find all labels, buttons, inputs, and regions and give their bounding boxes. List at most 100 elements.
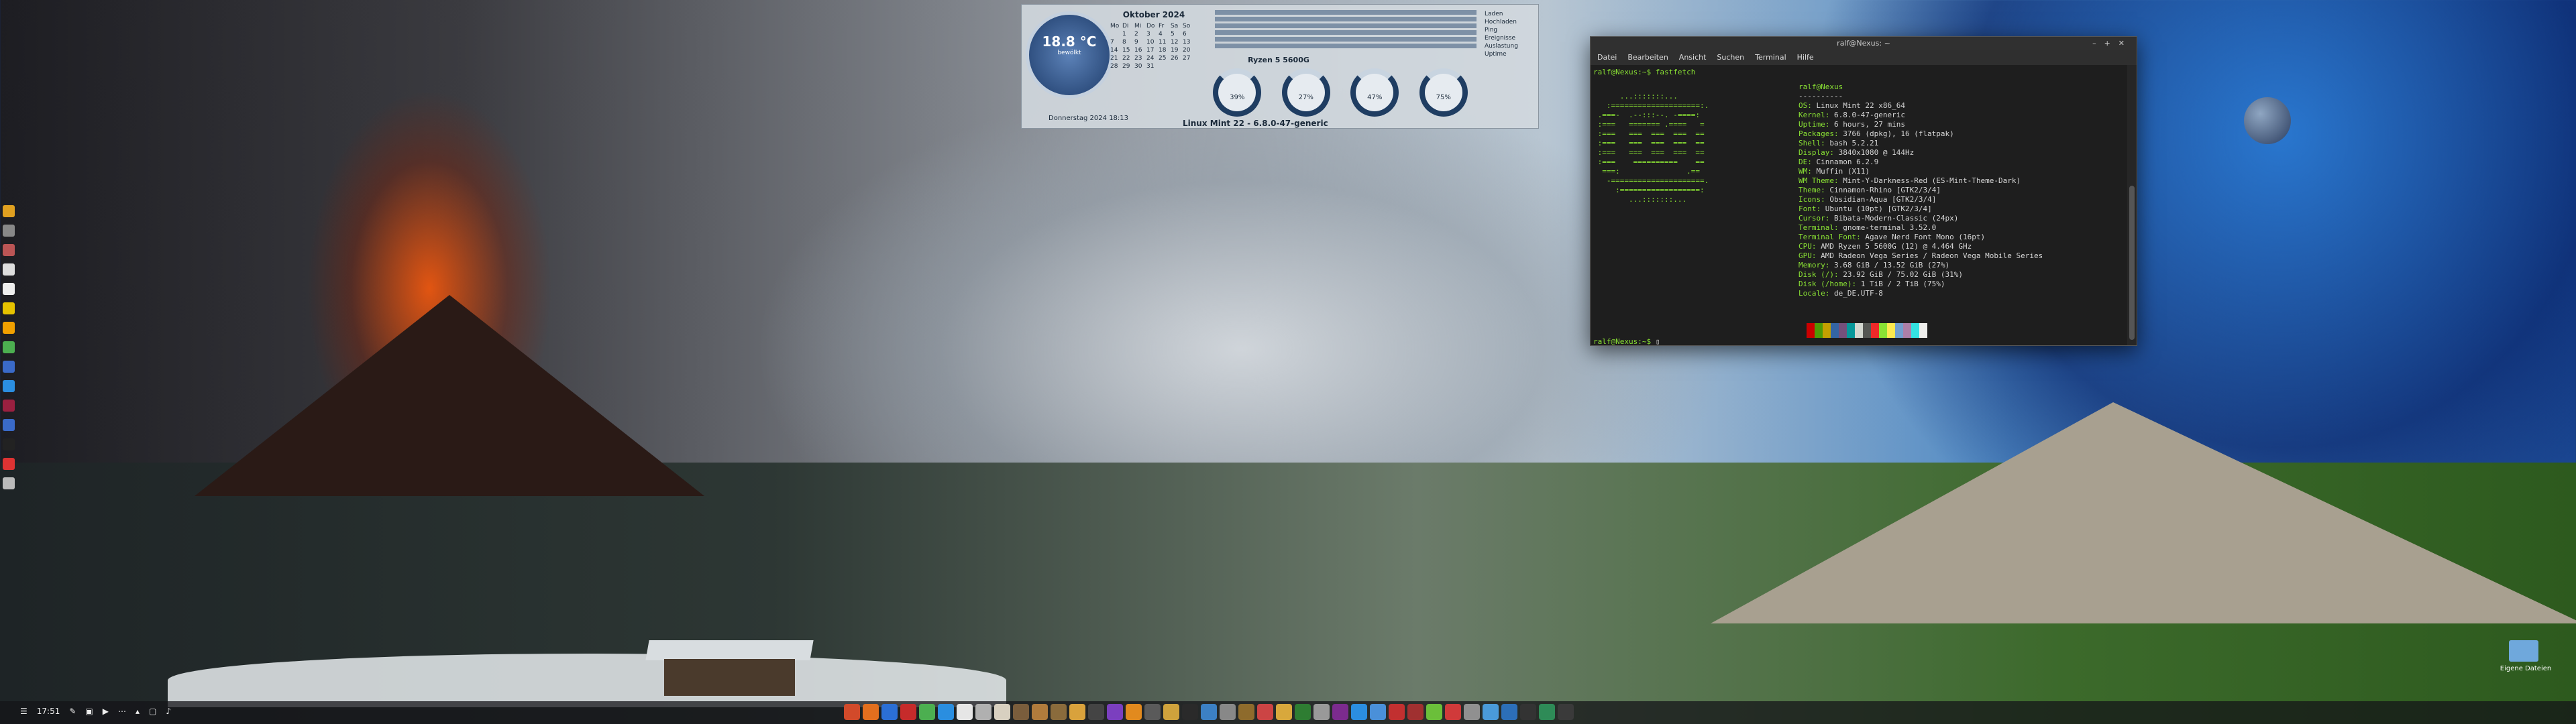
app-icon[interactable]: [3, 341, 15, 353]
folder-label[interactable]: Eigene Dateien: [2492, 665, 2559, 672]
gauge: 75%: [1419, 68, 1468, 117]
terminal-output[interactable]: ralf@Nexus:~$ fastfetch ...:::::::... :=…: [1591, 65, 2127, 346]
info-row: Disk (/home): 1 TiB / 2 TiB (75%): [1799, 280, 2107, 289]
app-launcher-icon[interactable]: [900, 704, 916, 720]
app-launcher-icon[interactable]: [975, 704, 991, 720]
tray-expand-icon[interactable]: ▴: [136, 707, 140, 716]
maximize-icon[interactable]: +: [2104, 39, 2118, 48]
calendar-day: 1: [1122, 31, 1126, 38]
calendar-day: 5: [1171, 31, 1175, 38]
terminal-titlebar[interactable]: ralf@Nexus: ~ –+✕: [1591, 37, 2137, 50]
info-value: 23.92 GiB / 75.02 GiB (31%): [1838, 270, 1964, 279]
app-launcher-icon[interactable]: [1163, 704, 1179, 720]
app-icon[interactable]: [3, 438, 15, 450]
app-launcher-icon[interactable]: [1558, 704, 1574, 720]
menu-ansicht[interactable]: Ansicht: [1679, 53, 1707, 62]
app-icon[interactable]: [3, 225, 15, 237]
menu-suchen[interactable]: Suchen: [1717, 53, 1744, 62]
info-row: Display: 3840x1080 @ 144Hz: [1799, 148, 2107, 158]
app-launcher-icon[interactable]: [957, 704, 973, 720]
menu-terminal[interactable]: Terminal: [1755, 53, 1786, 62]
music-icon[interactable]: ♪: [166, 707, 171, 716]
app-launcher-icon[interactable]: [881, 704, 898, 720]
app-icon[interactable]: [3, 244, 15, 256]
app-launcher-icon[interactable]: [1144, 704, 1161, 720]
info-key: Disk (/):: [1799, 270, 1839, 279]
info-row: Terminal Font: Agave Nerd Font Mono (16p…: [1799, 233, 2107, 242]
calendar-day: 30: [1134, 63, 1142, 70]
app-launcher-icon[interactable]: [1351, 704, 1367, 720]
app-launcher-icon[interactable]: [919, 704, 935, 720]
more-icon[interactable]: ⋯: [118, 707, 126, 716]
close-icon[interactable]: ✕: [2118, 39, 2133, 48]
folder-icon[interactable]: [2509, 640, 2538, 662]
menu-icon[interactable]: ☰: [20, 707, 28, 716]
app-icon[interactable]: [3, 458, 15, 470]
app-icon[interactable]: [3, 322, 15, 334]
app-icon[interactable]: [3, 380, 15, 392]
gauge: 27%: [1281, 68, 1330, 117]
app-launcher-icon[interactable]: [1051, 704, 1067, 720]
app-launcher-icon[interactable]: [1201, 704, 1217, 720]
photo-icon[interactable]: ▣: [85, 707, 93, 716]
info-value: AMD Ryzen 5 5600G (12) @ 4.464 GHz: [1816, 242, 1972, 251]
app-icon[interactable]: [3, 419, 15, 431]
app-launcher-icon[interactable]: [1370, 704, 1386, 720]
app-icon[interactable]: [3, 361, 15, 373]
net-line: Auslastung: [1485, 43, 1518, 50]
menu-bearbeiten[interactable]: Bearbeiten: [1627, 53, 1668, 62]
app-launcher-icon[interactable]: [1220, 704, 1236, 720]
info-row: WM Theme: Mint-Y-Darkness-Red (ES-Mint-T…: [1799, 176, 2107, 186]
terminal-window[interactable]: ralf@Nexus: ~ –+✕ Datei Bearbeiten Ansicht…: [1590, 36, 2137, 346]
app-launcher-icon[interactable]: [863, 704, 879, 720]
app-launcher-icon[interactable]: [1126, 704, 1142, 720]
app-launcher-icon[interactable]: [1276, 704, 1292, 720]
panel-clock[interactable]: 17:51: [37, 707, 60, 716]
app-launcher-icon[interactable]: [1389, 704, 1405, 720]
app-icon[interactable]: [3, 477, 15, 489]
app-launcher-icon[interactable]: [1426, 704, 1442, 720]
app-launcher-icon[interactable]: [1238, 704, 1254, 720]
app-launcher-icon[interactable]: [1013, 704, 1029, 720]
info-value: Linux Mint 22 x86_64: [1811, 101, 1905, 110]
window-icon[interactable]: ▢: [149, 707, 156, 716]
color-swatch: [1799, 323, 1807, 338]
color-swatch: [1839, 323, 1847, 338]
info-key: Font:: [1799, 204, 1821, 213]
app-launcher-icon[interactable]: [1464, 704, 1480, 720]
play-icon[interactable]: ▶: [103, 707, 109, 716]
edit-icon[interactable]: ✎: [69, 707, 76, 716]
app-launcher-icon[interactable]: [1520, 704, 1536, 720]
color-swatch: [1847, 323, 1855, 338]
app-launcher-icon[interactable]: [1069, 704, 1085, 720]
app-launcher-icon[interactable]: [1107, 704, 1123, 720]
app-launcher-icon[interactable]: [1032, 704, 1048, 720]
app-launcher-icon[interactable]: [1332, 704, 1348, 720]
app-launcher-icon[interactable]: [1313, 704, 1330, 720]
minimize-icon[interactable]: –: [2092, 39, 2104, 48]
bar: [1215, 44, 1477, 48]
app-icon[interactable]: [3, 205, 15, 217]
app-launcher-icon[interactable]: [844, 704, 860, 720]
app-icon[interactable]: [3, 283, 15, 295]
app-launcher-icon[interactable]: [938, 704, 954, 720]
app-launcher-icon[interactable]: [1445, 704, 1461, 720]
app-launcher-icon[interactable]: [1088, 704, 1104, 720]
app-launcher-icon[interactable]: [1501, 704, 1517, 720]
app-icon[interactable]: [3, 263, 15, 276]
menu-datei[interactable]: Datei: [1597, 53, 1617, 62]
color-swatch: [1895, 323, 1903, 338]
app-icon[interactable]: [3, 400, 15, 412]
app-launcher-icon[interactable]: [1182, 704, 1198, 720]
app-launcher-icon[interactable]: [1539, 704, 1555, 720]
app-launcher-icon[interactable]: [994, 704, 1010, 720]
info-key: Terminal:: [1799, 223, 1839, 232]
app-launcher-icon[interactable]: [1257, 704, 1273, 720]
menu-hilfe[interactable]: Hilfe: [1797, 53, 1814, 62]
app-launcher-icon[interactable]: [1483, 704, 1499, 720]
info-key: Theme:: [1799, 186, 1825, 194]
terminal-scrollbar[interactable]: [2127, 65, 2137, 345]
app-icon[interactable]: [3, 302, 15, 314]
app-launcher-icon[interactable]: [1295, 704, 1311, 720]
app-launcher-icon[interactable]: [1407, 704, 1424, 720]
